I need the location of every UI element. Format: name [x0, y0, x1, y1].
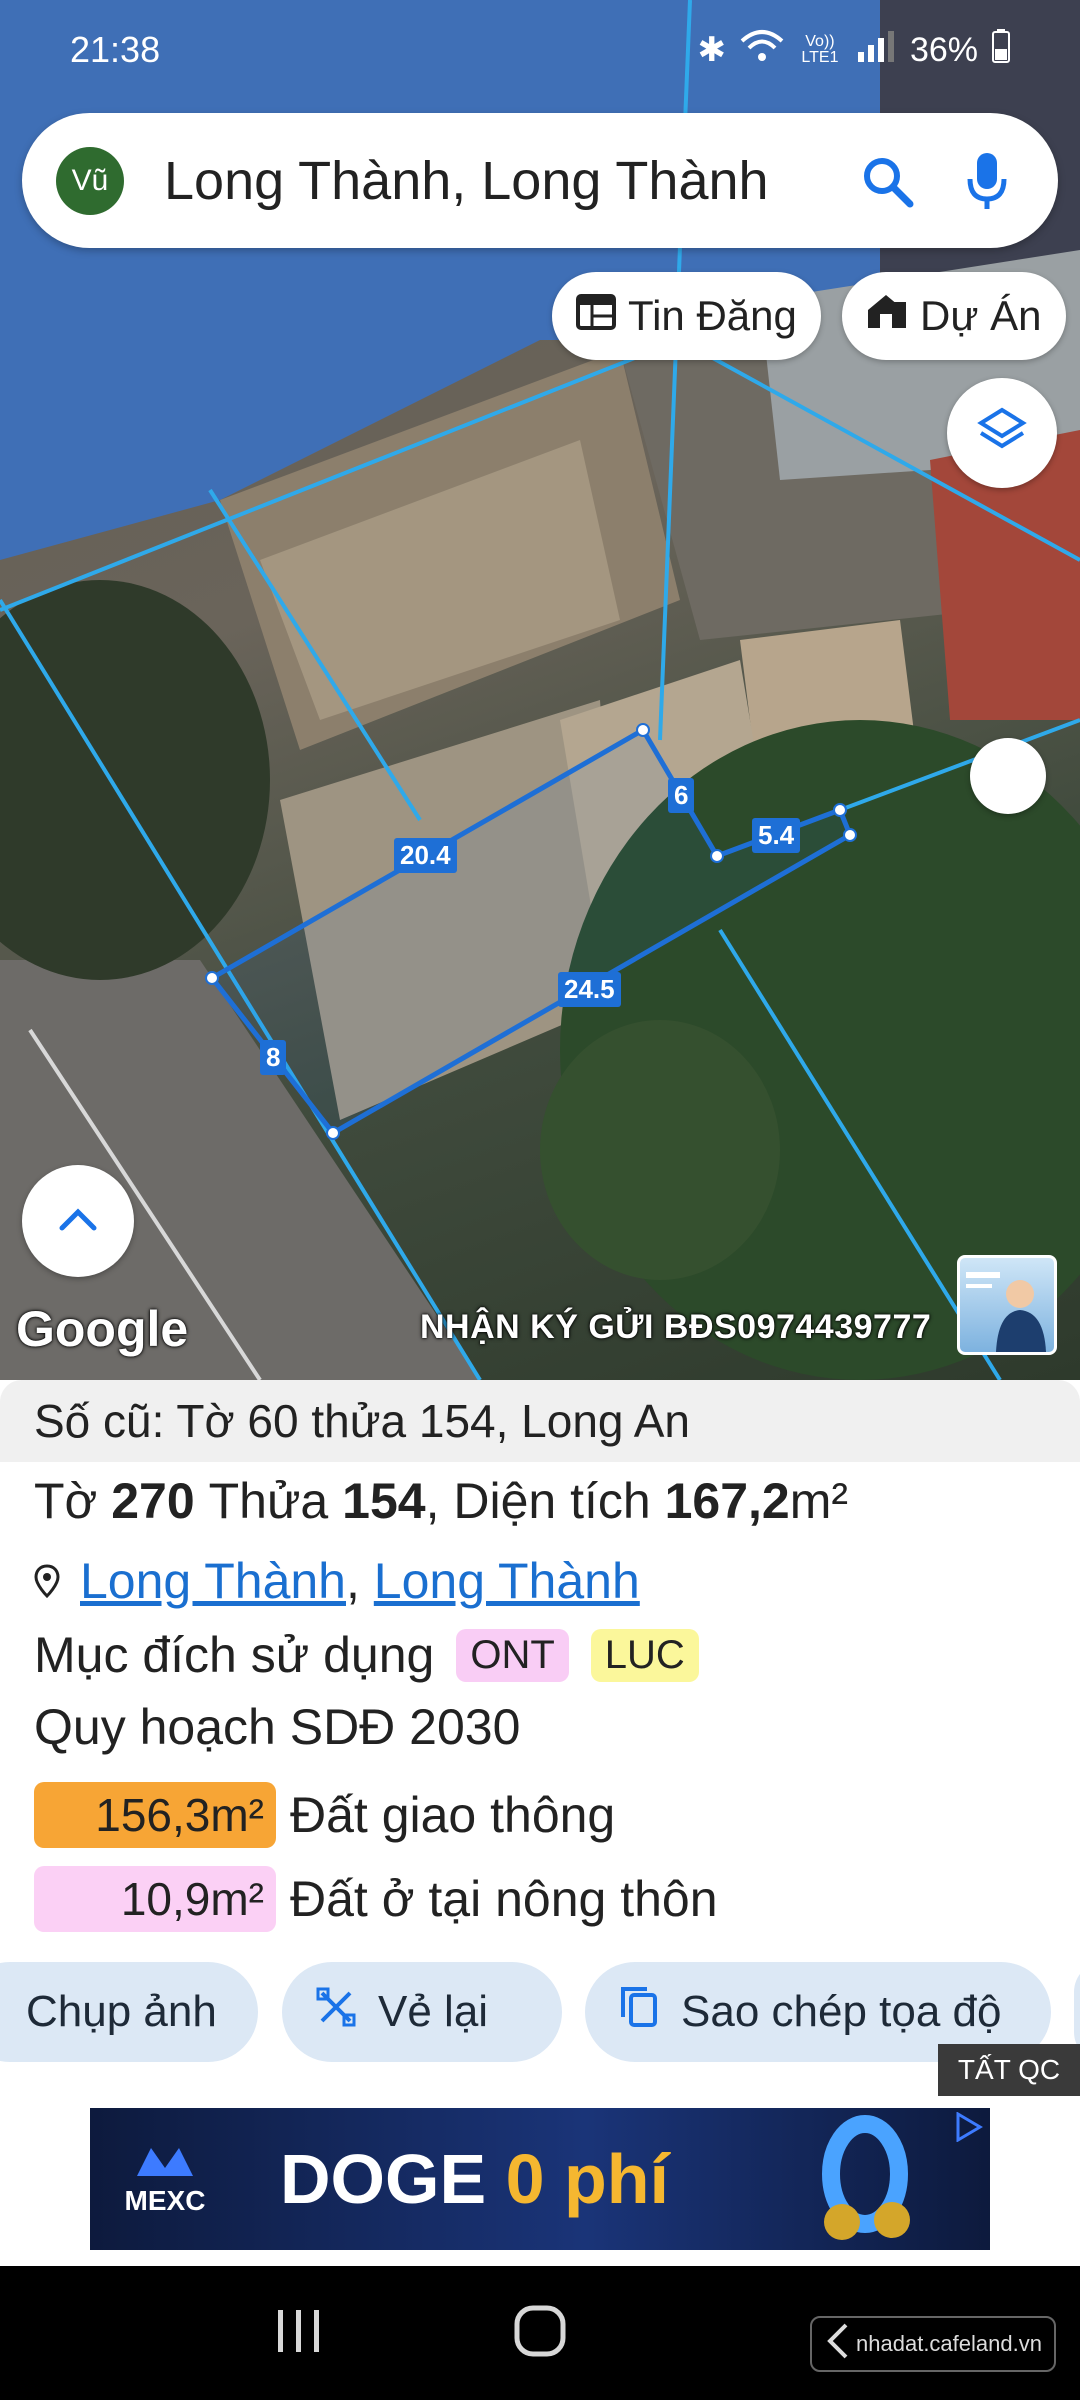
ad-headline-accent: 0 phí	[505, 2140, 669, 2218]
ad-banner[interactable]: MEXC DOGE 0 phí	[90, 2108, 990, 2250]
action-bar: Chụp ảnh Vẻ lại Sao chép tọa độ	[0, 1962, 1080, 2062]
capture-label: Chụp ảnh	[26, 1987, 217, 2036]
battery-icon	[992, 28, 1010, 72]
chevron-up-icon	[58, 1206, 98, 1237]
usage-row: Mục đích sử dụng ONT LUC	[34, 1626, 699, 1684]
dimension-label: 24.5	[558, 972, 621, 1007]
plan-label: Đất giao thông	[290, 1787, 616, 1843]
area-value: 167,2	[664, 1473, 790, 1529]
plan-area-badge: 10,9m²	[34, 1866, 276, 1932]
parcel-number: 154	[342, 1473, 426, 1529]
capture-button[interactable]: Chụp ảnh	[0, 1962, 258, 2062]
location-pin-icon	[34, 1552, 60, 1610]
plan-area-badge: 156,3m²	[34, 1782, 276, 1848]
recent-apps-icon[interactable]	[274, 2308, 324, 2359]
projects-chip[interactable]: Dự Án	[842, 272, 1066, 360]
ad-brand-name: MEXC	[124, 2184, 206, 2216]
map-view[interactable]: 20.4 6 5.4 24.5 8 21:38 ✱ Vo)) LTE1 36% …	[0, 0, 1080, 1380]
ad-choices-icon[interactable]	[954, 2111, 984, 2147]
search-input[interactable]: Long Thành, Long Thành	[164, 150, 822, 212]
status-time: 21:38	[70, 29, 161, 70]
ad-coin-graphic	[800, 2112, 930, 2247]
redraw-label: Vẻ lại	[378, 1987, 489, 2036]
signal-icon	[856, 30, 896, 71]
usage-tag-ont: ONT	[456, 1628, 569, 1682]
back-arrow-icon	[824, 2321, 850, 2367]
cafeland-text: nhadat.cafeland.vn	[856, 2331, 1042, 2356]
status-bar: 21:38 ✱ Vo)) LTE1 36%	[0, 0, 1080, 100]
bluetooth-icon: ✱	[697, 31, 726, 69]
building-icon	[866, 292, 908, 340]
avatar[interactable]: Vũ	[56, 146, 124, 215]
ad-headline: DOGE 0 phí	[280, 2139, 669, 2219]
plan-title: Quy hoạch SDĐ 2030	[34, 1699, 521, 1755]
ad-brand: MEXC	[90, 2142, 240, 2217]
ward-link[interactable]: Long Thành	[374, 1552, 640, 1610]
map-control-button[interactable]	[970, 738, 1046, 814]
battery-text: 36%	[909, 30, 978, 69]
map-watermark: NHẬN KÝ GỬI BĐS0974439777	[420, 1308, 932, 1346]
plan-item: 10,9m² Đất ở tại nông thôn	[34, 1866, 718, 1932]
listings-label: Tin Đăng	[628, 292, 797, 339]
plan-label: Đất ở tại nông thôn	[290, 1871, 718, 1927]
ad-headline-main: DOGE	[280, 2140, 506, 2218]
district-link[interactable]: Long Thành	[80, 1552, 346, 1610]
redraw-icon	[316, 1987, 356, 2038]
listings-chip[interactable]: Tin Đăng	[552, 272, 821, 360]
expand-panel-button[interactable]	[22, 1165, 134, 1277]
usage-label: Mục đích sử dụng	[34, 1627, 435, 1683]
dimension-label: 8	[260, 1040, 287, 1075]
wifi-icon	[740, 29, 784, 72]
parcel-label: Thửa	[208, 1473, 329, 1529]
layers-icon	[977, 406, 1027, 461]
location-row: Long Thành, Long Thành	[34, 1552, 640, 1610]
dimension-label: 5.4	[752, 818, 801, 853]
usage-tag-luc: LUC	[590, 1628, 699, 1682]
dimension-label: 6	[668, 778, 695, 813]
google-logo: Google	[16, 1301, 189, 1357]
hide-ads-button[interactable]: TẤT QC	[938, 2044, 1080, 2096]
redraw-button[interactable]: Vẻ lại	[282, 1962, 562, 2062]
sheet-number: 270	[111, 1473, 195, 1529]
layers-button[interactable]	[947, 378, 1057, 488]
plan-item: 156,3m² Đất giao thông	[34, 1782, 615, 1848]
copy-coordinates-label: Sao chép tọa độ	[681, 1987, 1002, 2036]
network-label: Vo)) LTE1	[801, 33, 839, 66]
area-label: , Diện tích	[425, 1473, 651, 1529]
location-separator: ,	[346, 1553, 374, 1609]
old-parcel-info: Số cũ: Tờ 60 thửa 154, Long An	[0, 1380, 1080, 1462]
projects-label: Dự Án	[920, 292, 1042, 339]
copy-icon	[619, 1985, 659, 2040]
cafeland-watermark: nhadat.cafeland.vn	[810, 2316, 1056, 2372]
agent-ad-thumbnail[interactable]	[957, 1255, 1057, 1355]
mexc-logo-icon	[137, 2147, 193, 2176]
dimension-label: 20.4	[394, 838, 457, 873]
parcel-summary: Tờ 270 Thửa 154, Diện tích 167,2 m²	[34, 1472, 848, 1530]
area-unit: m²	[789, 1473, 849, 1529]
home-icon[interactable]	[513, 2304, 567, 2363]
search-bar[interactable]: Vũ Long Thành, Long Thành	[22, 113, 1058, 248]
search-icon[interactable]	[852, 146, 922, 216]
microphone-icon[interactable]	[952, 146, 1022, 216]
newspaper-icon	[576, 292, 616, 340]
person-icon	[966, 1272, 1046, 1352]
sheet-label: Tờ	[34, 1473, 98, 1529]
